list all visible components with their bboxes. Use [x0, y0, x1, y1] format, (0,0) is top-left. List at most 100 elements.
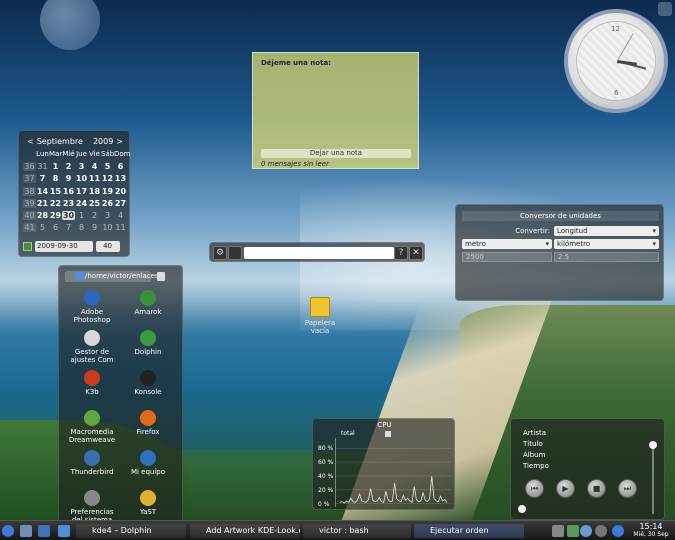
calendar-day[interactable]: 5 — [36, 223, 49, 232]
calendar-day[interactable]: 21 — [36, 199, 49, 208]
calendar-day[interactable]: 20 — [114, 187, 127, 196]
calendar-day[interactable]: 13 — [114, 174, 127, 183]
calendar-day[interactable]: 22 — [49, 199, 62, 208]
calendar-day[interactable]: 2 — [62, 162, 75, 171]
pager-icon[interactable] — [38, 525, 50, 537]
phone-icon[interactable] — [567, 525, 579, 537]
calendar-day[interactable]: 19 — [101, 187, 114, 196]
folder-item[interactable]: Konsole — [119, 370, 177, 396]
folder-view-widget: /home/victor/enlaces Adobe Photoshop Amar… — [58, 265, 183, 530]
desktop-toolbox-icon[interactable] — [658, 2, 672, 16]
converter-from-unit-select[interactable]: metro — [462, 239, 552, 249]
calendar-day[interactable]: 9 — [88, 223, 101, 232]
calendar-day[interactable]: 8 — [49, 174, 62, 183]
calendar-day[interactable]: 16 — [62, 187, 75, 196]
calendar-day[interactable]: 10 — [101, 223, 114, 232]
calendar-prev-button[interactable]: < — [27, 137, 34, 146]
activity-icon[interactable] — [228, 246, 242, 260]
folder-item[interactable]: K3b — [63, 370, 121, 396]
calendar-day[interactable]: 11 — [114, 223, 127, 232]
calendar-day[interactable]: 14 — [36, 187, 49, 196]
calendar-day[interactable]: 6 — [114, 162, 127, 171]
calendar-weekday-header: Mié — [62, 150, 75, 159]
calendar-day[interactable]: 25 — [88, 199, 101, 208]
play-button[interactable]: ▶ — [556, 479, 575, 498]
calendar-day[interactable]: 5 — [101, 162, 114, 171]
runner-search-input[interactable] — [244, 247, 394, 259]
calendar-footer: 2009-09-30 40 — [23, 240, 127, 253]
next-track-button[interactable]: ⏭ — [618, 479, 637, 498]
info-icon[interactable] — [595, 525, 607, 537]
folder-item[interactable]: Thunderbird — [63, 450, 121, 476]
calendar-day[interactable]: 31 — [36, 162, 49, 171]
folder-item[interactable]: Adobe Photoshop — [63, 290, 121, 324]
calendar-day[interactable]: 1 — [49, 162, 62, 171]
calendar-day[interactable]: 4 — [88, 162, 101, 171]
converter-quantity-select[interactable]: Longitud — [554, 226, 659, 236]
calendar-day[interactable]: 30 — [62, 211, 75, 221]
desktop-icon[interactable] — [20, 525, 32, 537]
calendar-day[interactable]: 11 — [88, 174, 101, 183]
calendar-day[interactable]: 7 — [62, 223, 75, 232]
taskbar-clock[interactable]: 15:14 Mié, 30 Sep — [630, 522, 672, 539]
task-firefox[interactable]: Add Artwork KDE-Look.org - — [190, 524, 300, 538]
kde-notification-icon[interactable] — [612, 525, 624, 537]
stop-button[interactable]: ■ — [587, 479, 606, 498]
previous-track-button[interactable]: ⏮ — [525, 479, 544, 498]
calendar-day[interactable]: 12 — [101, 174, 114, 183]
folder-settings-icon[interactable] — [157, 271, 165, 281]
update-icon[interactable] — [580, 525, 592, 537]
calendar-day[interactable]: 7 — [36, 174, 49, 183]
calendar-day[interactable]: 8 — [75, 223, 88, 232]
calendar-day[interactable]: 18 — [88, 187, 101, 196]
calendar-today-icon[interactable] — [23, 242, 32, 251]
calendar-day[interactable]: 2 — [88, 211, 101, 220]
close-button[interactable]: ✕ — [409, 246, 423, 260]
calendar-month[interactable]: Septiembre — [37, 137, 83, 146]
note-title: Déjeme una nota: — [261, 59, 331, 67]
calendar-day[interactable]: 3 — [101, 211, 114, 220]
folder-item[interactable]: Mi equipo — [119, 450, 177, 476]
folder-item[interactable]: Dolphin — [119, 330, 177, 356]
calendar-date-field[interactable]: 2009-09-30 — [35, 241, 93, 252]
folder-item[interactable]: Gestor de ajustes Com — [63, 330, 121, 364]
kde-menu-icon[interactable] — [2, 525, 14, 537]
task-dolphin[interactable]: kde4 – Dolphin — [76, 524, 186, 538]
calendar-day[interactable]: 28 — [36, 211, 49, 220]
help-button[interactable]: ? — [394, 246, 408, 260]
folder-item[interactable]: YaST — [119, 490, 177, 516]
calendar-day[interactable]: 26 — [101, 199, 114, 208]
seek-slider-handle[interactable] — [518, 505, 526, 513]
folder-launcher-icon[interactable] — [58, 525, 70, 537]
calendar-day[interactable]: 1 — [75, 211, 88, 220]
task-konsole[interactable]: victor : bash — [303, 524, 411, 538]
network-icon[interactable] — [552, 525, 564, 537]
trash-desktop-icon[interactable]: Papelera vacía — [302, 297, 338, 335]
volume-slider-handle[interactable] — [649, 441, 657, 449]
calendar-day[interactable]: 23 — [62, 199, 75, 208]
calendar-next-button[interactable]: > — [116, 137, 123, 146]
wrench-icon[interactable]: ⚙ — [213, 246, 227, 260]
calendar-day[interactable]: 24 — [75, 199, 88, 208]
folder-item[interactable]: Preferencias del sistema — [63, 490, 121, 524]
calendar-day[interactable]: 15 — [49, 187, 62, 196]
folder-item[interactable]: Firefox — [119, 410, 177, 436]
calendar-day[interactable]: 3 — [75, 162, 88, 171]
calendar-day[interactable]: 4 — [114, 211, 127, 220]
calendar-day[interactable]: 29 — [49, 211, 62, 220]
volume-slider[interactable] — [652, 444, 654, 514]
calendar-day[interactable]: 27 — [114, 199, 127, 208]
folder-item[interactable]: Macromedia Dreamweave — [63, 410, 121, 444]
converter-to-unit-select[interactable]: kilómetro — [554, 239, 659, 249]
calendar-day[interactable]: 9 — [62, 174, 75, 183]
calendar-day[interactable]: 17 — [75, 187, 88, 196]
converter-from-value[interactable]: 2500 — [462, 252, 552, 262]
calendar-week-spinbox[interactable]: 40 — [96, 241, 120, 252]
calendar-weekday-header: Mar — [49, 150, 63, 159]
calendar-day[interactable]: 10 — [75, 174, 88, 183]
folder-item[interactable]: Amarok — [119, 290, 177, 316]
calendar-day[interactable]: 6 — [49, 223, 62, 232]
leave-note-button[interactable]: Dejar una nota — [261, 149, 411, 158]
calendar-year[interactable]: 2009 — [93, 137, 113, 146]
task-run-command[interactable]: Ejecutar orden — [414, 524, 524, 538]
